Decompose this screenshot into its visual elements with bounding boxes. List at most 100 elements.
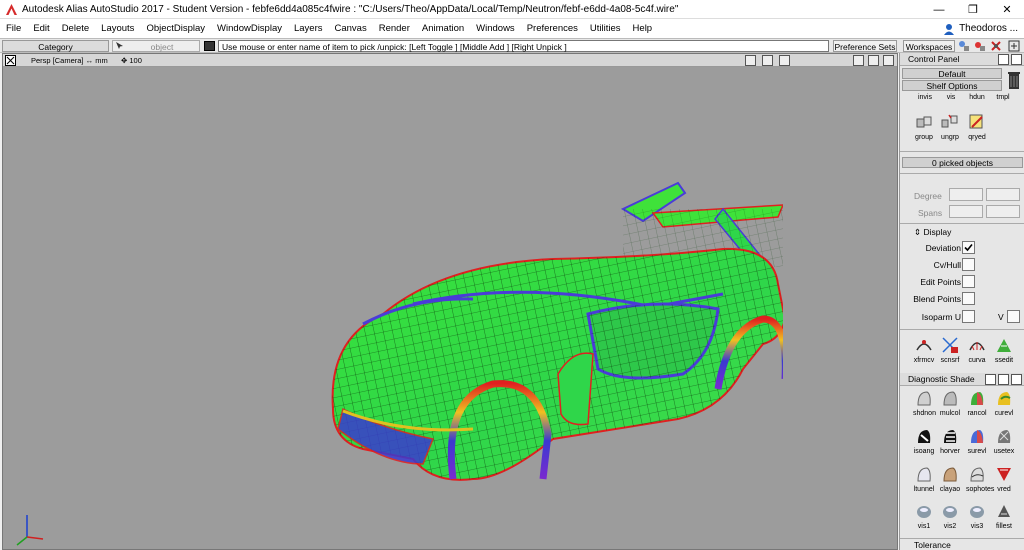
menu-utilities[interactable]: Utilities xyxy=(584,19,627,38)
degree-label: Degree xyxy=(914,191,942,201)
diag-vred[interactable]: vred xyxy=(993,465,1015,493)
isoparm-v-checkbox[interactable] xyxy=(1007,310,1020,323)
shelf-ungrp[interactable]: ungrp xyxy=(939,113,961,141)
display-editpoints-row[interactable]: Edit Points xyxy=(900,274,1024,290)
display-cvhull-row[interactable]: Cv/Hull xyxy=(900,257,1024,273)
restore-button[interactable]: ❐ xyxy=(956,0,990,19)
display-blendpoints-row[interactable]: Blend Points xyxy=(900,291,1024,307)
user-account[interactable]: Theodoros ... xyxy=(943,19,1024,38)
cvhull-checkbox[interactable] xyxy=(962,258,975,271)
pin-tool-icon[interactable] xyxy=(974,40,986,52)
spans-v-field[interactable] xyxy=(986,205,1020,218)
object-selector[interactable]: object xyxy=(112,40,200,52)
tool-scnsrf[interactable]: scnsrf xyxy=(939,336,961,364)
diag-curevl[interactable]: curevl xyxy=(993,389,1015,417)
shelf-dropdown[interactable]: Default xyxy=(902,68,1002,79)
shelf-group[interactable]: group xyxy=(913,113,935,141)
display-section-header[interactable]: ⇕ Display xyxy=(914,227,951,238)
layout-tool-icon[interactable] xyxy=(1008,40,1020,52)
panel-float-icon[interactable] xyxy=(998,54,1009,65)
viewport-fit-icon[interactable] xyxy=(853,55,864,66)
diag-fillest[interactable]: fillest xyxy=(993,502,1015,530)
car-model-deviation-shaded[interactable] xyxy=(323,179,783,489)
display-deviation-row[interactable]: Deviation xyxy=(900,240,1024,256)
deviation-checkbox[interactable] xyxy=(962,241,975,254)
menu-canvas[interactable]: Canvas xyxy=(329,19,373,38)
prompt-line[interactable]: Use mouse or enter name of item to pick … xyxy=(218,40,829,52)
menu-layouts[interactable]: Layouts xyxy=(95,19,140,38)
perspective-viewport[interactable]: Persp [Camera] ↔ mm ✥ 100 xyxy=(2,53,898,550)
shelf-options-dropdown[interactable]: Shelf Options xyxy=(902,80,1002,91)
diag-isoang[interactable]: isoang xyxy=(913,427,935,455)
separator xyxy=(900,538,1024,539)
category-selector[interactable]: Category xyxy=(2,40,109,52)
trash-icon[interactable] xyxy=(1006,70,1022,90)
close-button[interactable]: ✕ xyxy=(990,0,1024,19)
spans-u-field[interactable] xyxy=(949,205,983,218)
diag-float-icon[interactable] xyxy=(998,374,1009,385)
workspace-tool-icon[interactable] xyxy=(958,40,970,52)
viewport-close-icon[interactable] xyxy=(5,55,16,66)
menu-render[interactable]: Render xyxy=(373,19,416,38)
viewport-zoom-icon[interactable] xyxy=(779,55,790,66)
shelf-label: ssedit xyxy=(994,357,1014,364)
shelf-qryed[interactable]: qryed xyxy=(966,113,988,141)
diag-shdnon[interactable]: shdnon xyxy=(913,389,936,417)
viewport-maximize-icon[interactable] xyxy=(883,55,894,66)
shelf-invis[interactable]: invis xyxy=(914,93,936,101)
tool-xfrmcv[interactable]: xfrmcv xyxy=(913,336,935,364)
menu-delete[interactable]: Delete xyxy=(56,19,95,38)
clay-ao-icon xyxy=(943,467,957,482)
menu-file[interactable]: File xyxy=(0,19,27,38)
diag-vis1[interactable]: vis1 xyxy=(913,502,935,530)
diag-close-icon[interactable] xyxy=(1011,374,1022,385)
blendpoints-label: Blend Points xyxy=(913,294,961,304)
diag-ltunnel[interactable]: ltunnel xyxy=(913,465,935,493)
tool-curva[interactable]: curva xyxy=(966,336,988,364)
menu-windows[interactable]: Windows xyxy=(470,19,521,38)
diag-sophotes[interactable]: sophotes xyxy=(966,465,994,493)
tool-ssedit[interactable]: ssedit xyxy=(993,336,1015,364)
diag-vis3[interactable]: vis3 xyxy=(966,502,988,530)
diag-clayao[interactable]: clayao xyxy=(939,465,961,493)
picked-objects-dropdown[interactable]: 0 picked objects xyxy=(902,157,1023,168)
menu-help[interactable]: Help xyxy=(627,19,659,38)
shelf-label: vis1 xyxy=(917,523,931,530)
shelf-label: isoang xyxy=(913,448,935,455)
viewport-pan-icon[interactable] xyxy=(762,55,773,66)
viewport-frame-icon[interactable] xyxy=(868,55,879,66)
blendpoints-checkbox[interactable] xyxy=(962,292,975,305)
menu-preferences[interactable]: Preferences xyxy=(521,19,584,38)
camera-icon[interactable] xyxy=(745,55,756,66)
preference-sets-button[interactable]: Preference Sets xyxy=(833,40,897,52)
menu-edit[interactable]: Edit xyxy=(27,19,55,38)
isoparm-u-checkbox[interactable] xyxy=(962,310,975,323)
menu-animation[interactable]: Animation xyxy=(416,19,470,38)
diag-surevl[interactable]: surevl xyxy=(966,427,988,455)
diag-horver[interactable]: horver xyxy=(939,427,961,455)
diag-mulcol[interactable]: mulcol xyxy=(939,389,961,417)
panel-close-icon[interactable] xyxy=(1011,54,1022,65)
diag-vis2[interactable]: vis2 xyxy=(939,502,961,530)
shelf-hdun[interactable]: hdun xyxy=(966,93,988,101)
visual-2-icon xyxy=(943,506,957,518)
menu-objectdisplay[interactable]: ObjectDisplay xyxy=(140,19,211,38)
menu-layers[interactable]: Layers xyxy=(288,19,329,38)
prompt-line-icon xyxy=(204,41,215,51)
tool-settings-icon[interactable] xyxy=(990,40,1002,52)
editpoints-checkbox[interactable] xyxy=(962,275,975,288)
shelf-vis[interactable]: vis xyxy=(940,93,962,101)
viewport-zoom[interactable]: ✥ 100 xyxy=(121,55,142,66)
workspaces-button[interactable]: Workspaces xyxy=(903,40,955,52)
tolerance-label[interactable]: Tolerance xyxy=(914,540,951,550)
degree-v-field[interactable] xyxy=(986,188,1020,201)
diag-rancol[interactable]: rancol xyxy=(966,389,988,417)
diag-usetex[interactable]: usetex xyxy=(993,427,1015,455)
minimize-button[interactable]: — xyxy=(922,0,956,19)
display-isoparm-row[interactable]: Isoparm U V xyxy=(900,309,1024,325)
diag-options-icon[interactable] xyxy=(985,374,996,385)
shelf-label: mulcol xyxy=(939,410,961,417)
menu-windowdisplay[interactable]: WindowDisplay xyxy=(211,19,288,38)
degree-u-field[interactable] xyxy=(949,188,983,201)
shelf-tmpl[interactable]: tmpl xyxy=(992,93,1014,101)
